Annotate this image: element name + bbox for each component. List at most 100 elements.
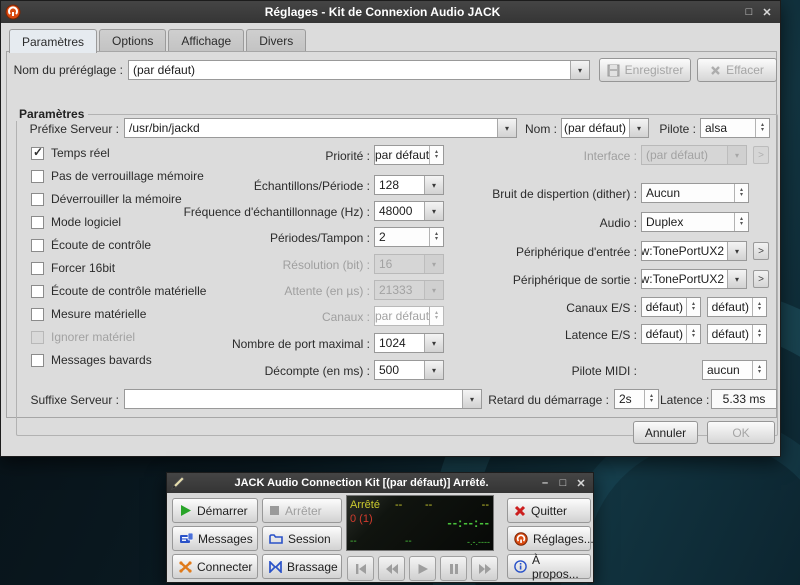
dropdown-arrow-icon[interactable]: ▾ [497, 119, 516, 137]
periods-buffer-spinbox[interactable]: 2 ▴ ▾ [374, 227, 444, 247]
spin-arrows-icon[interactable]: ▴ ▾ [686, 298, 700, 316]
driver-spinbox[interactable]: alsa ▴ ▾ [700, 118, 770, 138]
wordlength-combobox: 16 ▾ [374, 254, 444, 274]
io-channels-label: Canaux E/S : [566, 301, 637, 315]
transport-time: --:--:-- [447, 515, 490, 530]
save-preset-button[interactable]: Enregistrer [599, 58, 691, 82]
connect-button[interactable]: Connecter [172, 554, 258, 579]
out-channels-spinbox[interactable]: (par défaut)▴▾ [707, 297, 767, 317]
checkbox-box[interactable] [31, 169, 44, 183]
stop-button[interactable]: Arrêter [262, 498, 342, 523]
about-button[interactable]: À propos... [507, 553, 591, 581]
rewind-start-button[interactable] [347, 556, 374, 581]
start-delay-label: Retard du démarrage : [488, 393, 609, 407]
spin-arrows-icon[interactable]: ▴ ▾ [755, 119, 769, 137]
ok-button[interactable]: OK [707, 421, 775, 444]
checkbox-box[interactable] [31, 284, 44, 298]
session-button[interactable]: Session [262, 526, 342, 551]
dropdown-arrow-icon[interactable]: ▾ [727, 270, 746, 288]
preset-name-combobox[interactable]: (par défaut) ▾ [128, 60, 590, 80]
settings-button[interactable]: Réglages... [507, 526, 594, 551]
name-combobox[interactable]: (par défaut) ▾ [561, 118, 649, 138]
output-device-combobox[interactable]: hw:TonePortUX2 ▾ [641, 269, 747, 289]
spin-arrows-icon[interactable]: ▴ ▾ [752, 325, 766, 343]
server-suffix-combobox[interactable]: ▾ [124, 389, 482, 409]
spin-arrows-icon[interactable]: ▴ ▾ [752, 361, 766, 379]
input-device-label: Périphérique d'entrée : [515, 245, 637, 259]
messages-icon [179, 532, 193, 545]
tab-divers[interactable]: Divers [246, 29, 307, 53]
spin-arrows-icon[interactable]: ▴ ▾ [734, 213, 748, 231]
rewind-button[interactable] [378, 556, 405, 581]
spin-arrows-icon[interactable]: ▴ ▾ [644, 390, 658, 408]
play-button[interactable] [409, 556, 436, 581]
checkbox-box[interactable] [31, 215, 44, 229]
skip-start-icon [355, 563, 367, 575]
dither-spinbox[interactable]: Aucun ▴ ▾ [641, 183, 749, 203]
checkbox-box[interactable] [31, 353, 44, 367]
forward-button[interactable] [471, 556, 498, 581]
frames-period-combobox[interactable]: 128 ▾ [374, 175, 444, 195]
out-latency-spinbox[interactable]: (par défaut)▴▾ [707, 324, 767, 344]
in-channels-spinbox[interactable]: (par défaut)▴▾ [641, 297, 701, 317]
checkbox-box[interactable] [31, 261, 44, 275]
status-display: Arrêté -- -- -- 0 (1) --:--:-- -- -- -.-… [346, 495, 494, 551]
output-device-label: Périphérique de sortie : [512, 273, 637, 287]
audio-spinbox[interactable]: Duplex ▴ ▾ [641, 212, 749, 232]
settings-titlebar[interactable]: Réglages - Kit de Connexion Audio JACK □… [1, 1, 780, 23]
dropdown-arrow-icon[interactable]: ▾ [570, 61, 589, 79]
spin-arrows-icon[interactable]: ▴ ▾ [734, 184, 748, 202]
start-delay-spinbox[interactable]: 2s ▴ ▾ [614, 389, 659, 409]
input-device-combobox[interactable]: hw:TonePortUX2 ▾ [641, 241, 747, 261]
minimize-icon[interactable]: – [536, 477, 554, 489]
checkbox-box [31, 330, 44, 344]
checkbox-box[interactable] [31, 238, 44, 252]
patchbay-button[interactable]: Brassage [262, 554, 342, 579]
folder-icon [269, 533, 283, 545]
messages-button[interactable]: Messages [172, 526, 258, 551]
checkbox-realtime[interactable]: Temps réel [31, 145, 110, 160]
timeout-label: Décompte (en ms) : [264, 364, 370, 378]
tab-options[interactable]: Options [99, 29, 167, 53]
dropdown-arrow-icon[interactable]: ▾ [629, 119, 648, 137]
pause-button[interactable] [440, 556, 467, 581]
dither-label: Bruit de dispertion (dither) : [492, 187, 637, 201]
spin-arrows-icon[interactable]: ▴ ▾ [429, 228, 443, 246]
spin-arrows-icon[interactable]: ▴ ▾ [752, 298, 766, 316]
dropdown-arrow-icon[interactable]: ▾ [727, 242, 746, 260]
samplerate-combobox[interactable]: 48000 ▾ [374, 201, 444, 221]
erase-preset-button[interactable]: Effacer [697, 58, 777, 82]
input-device-more-button[interactable]: > [753, 242, 769, 260]
priority-spinbox[interactable]: (par défaut)▴▾ [374, 145, 444, 165]
checkbox-box[interactable] [31, 192, 44, 206]
maximize-icon[interactable]: □ [554, 477, 572, 489]
checkbox-soft-mode[interactable]: Mode logiciel [31, 215, 121, 229]
checkbox-box[interactable] [31, 307, 44, 321]
checkbox-unlock-memory[interactable]: Déverrouiller la mémoire [31, 192, 182, 206]
jack-titlebar[interactable]: JACK Audio Connection Kit [(par défaut)]… [167, 473, 593, 493]
transport-bbt: -.-.---- [467, 537, 490, 547]
quit-button[interactable]: Quitter [507, 498, 591, 523]
in-latency-spinbox[interactable]: (par défaut)▴▾ [641, 324, 701, 344]
server-state: Arrêté [350, 499, 380, 511]
close-icon[interactable]: ✕ [572, 477, 590, 490]
midi-driver-spinbox[interactable]: aucun ▴ ▾ [702, 360, 767, 380]
tab-affichage[interactable]: Affichage [168, 29, 245, 53]
output-device-more-button[interactable]: > [753, 270, 769, 288]
patchbay-icon [269, 560, 282, 573]
cancel-button[interactable]: Annuler [633, 421, 698, 444]
spin-arrows-icon[interactable]: ▴ ▾ [686, 325, 700, 343]
dsp-load: -- [395, 499, 403, 511]
max-ports-combobox[interactable]: 1024 ▾ [374, 333, 444, 353]
server-prefix-combobox[interactable]: /usr/bin/jackd ▾ [124, 118, 517, 138]
dropdown-arrow-icon[interactable]: ▾ [462, 390, 481, 408]
tab-parametres[interactable]: Paramètres [9, 29, 98, 53]
close-icon[interactable]: ✕ [758, 6, 776, 19]
checkbox-force-16bit[interactable]: Forcer 16bit [31, 261, 115, 275]
start-button[interactable]: Démarrer [172, 498, 258, 523]
maximize-icon[interactable]: □ [740, 6, 758, 18]
jack-main-window: JACK Audio Connection Kit [(par défaut)]… [166, 472, 594, 583]
checkbox-box[interactable] [31, 145, 44, 160]
timeout-combobox[interactable]: 500 ▾ [374, 360, 444, 380]
play-icon [179, 504, 192, 517]
